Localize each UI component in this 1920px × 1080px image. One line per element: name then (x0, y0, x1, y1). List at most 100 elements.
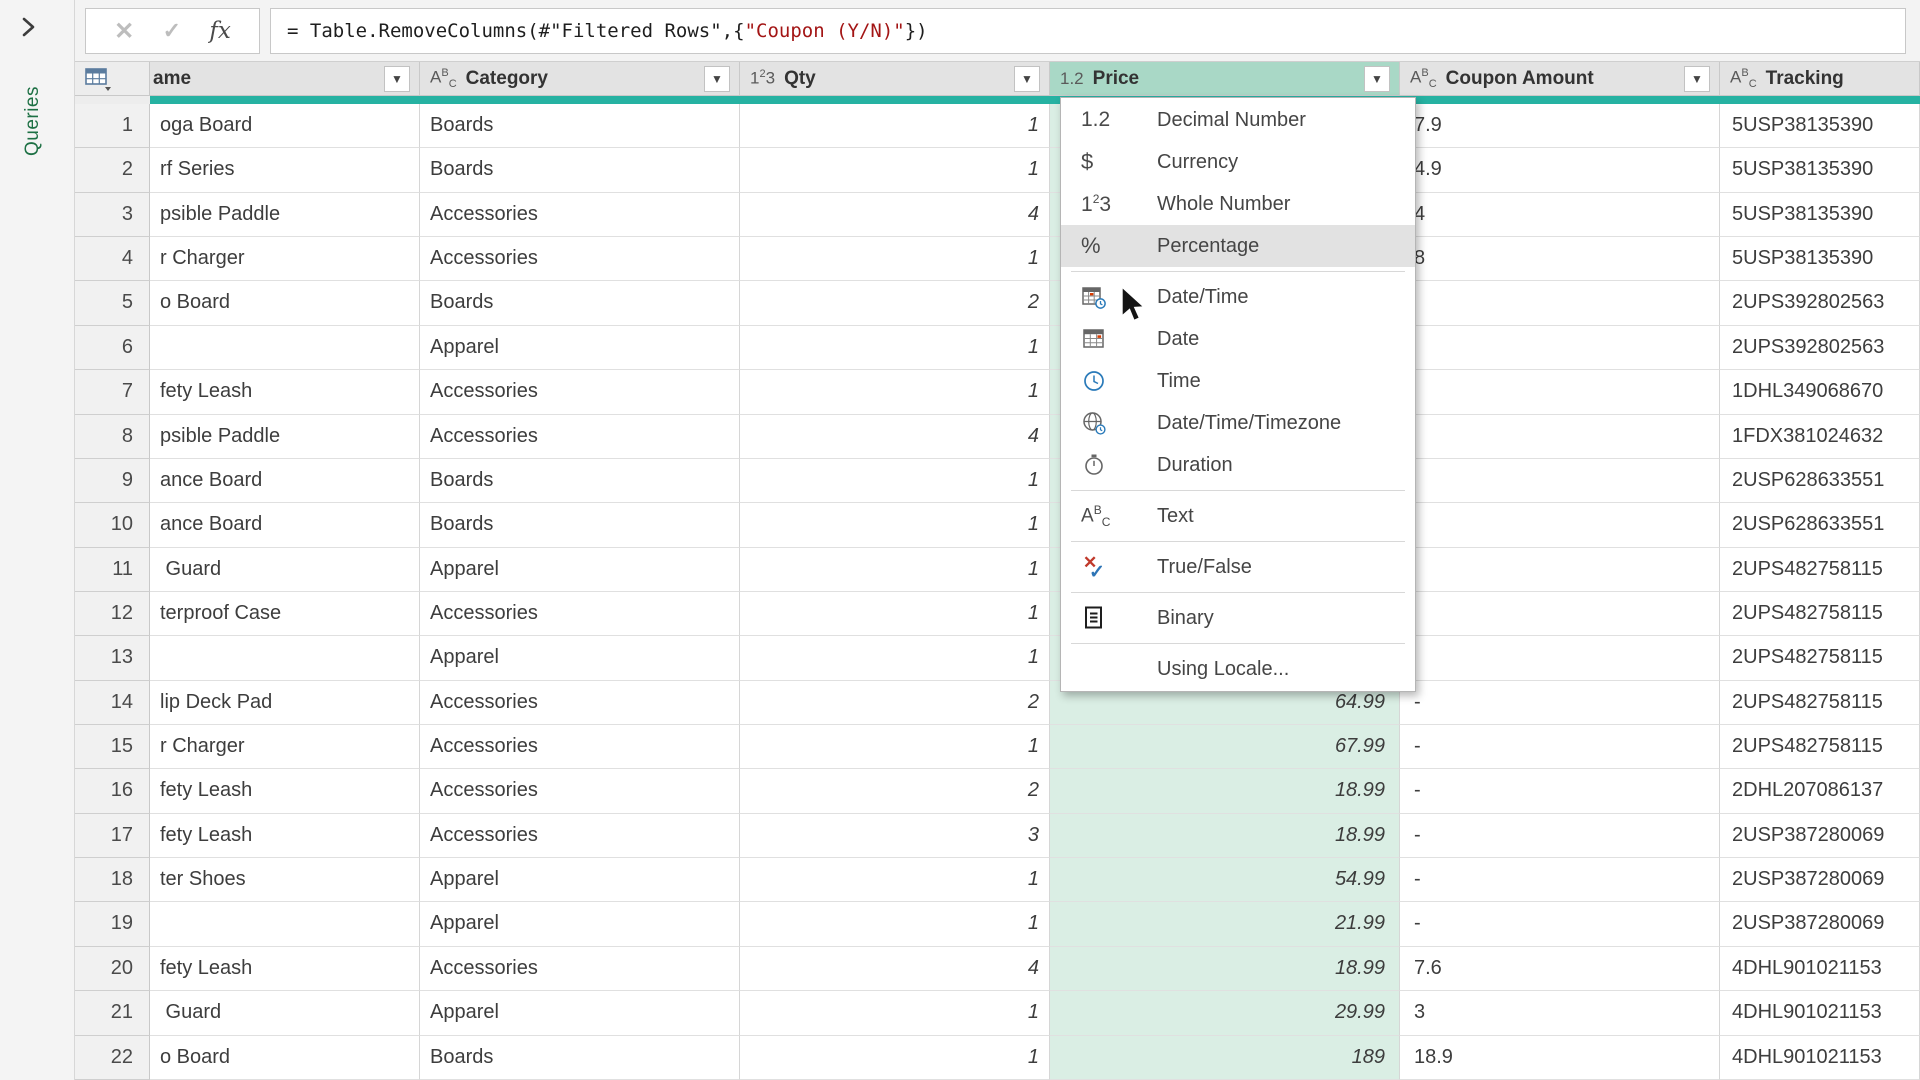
menu-item-duration[interactable]: Duration (1061, 444, 1415, 486)
cell-category[interactable]: Accessories (420, 592, 740, 636)
row-number[interactable]: 21 (75, 991, 150, 1035)
cell-coupon[interactable]: - (1400, 769, 1720, 813)
cell-coupon[interactable]: - (1400, 725, 1720, 769)
cell-coupon[interactable] (1400, 548, 1720, 592)
cell-coupon[interactable]: - (1400, 902, 1720, 946)
cell-category[interactable]: Accessories (420, 725, 740, 769)
cell-tracking[interactable]: 4DHL901021153 (1720, 1036, 1920, 1080)
row-number[interactable]: 16 (75, 769, 150, 813)
cell-coupon[interactable]: - (1400, 681, 1720, 725)
formula-input[interactable]: = Table.RemoveColumns(#"Filtered Rows",{… (270, 8, 1906, 54)
cell-category[interactable]: Accessories (420, 947, 740, 991)
row-number[interactable]: 15 (75, 725, 150, 769)
cell-tracking[interactable]: 2UPS482758115 (1720, 681, 1920, 725)
cell-qty[interactable]: 3 (740, 814, 1050, 858)
select-all-button[interactable] (75, 62, 150, 96)
cell-coupon[interactable] (1400, 415, 1720, 459)
cell-name[interactable]: ance Board (150, 459, 420, 503)
cell-qty[interactable]: 1 (740, 104, 1050, 148)
cell-coupon[interactable] (1400, 281, 1720, 325)
cell-coupon[interactable] (1400, 503, 1720, 547)
cell-name[interactable]: fety Leash (150, 370, 420, 414)
row-number[interactable]: 10 (75, 503, 150, 547)
cell-price[interactable]: 189 (1050, 1036, 1400, 1080)
cell-category[interactable]: Boards (420, 503, 740, 547)
cell-category[interactable]: Apparel (420, 991, 740, 1035)
cell-tracking[interactable]: 4DHL901021153 (1720, 991, 1920, 1035)
cell-name[interactable]: ance Board (150, 503, 420, 547)
cell-price[interactable]: 29.99 (1050, 991, 1400, 1035)
cell-coupon[interactable]: 3 (1400, 991, 1720, 1035)
cell-category[interactable]: Accessories (420, 769, 740, 813)
cell-coupon[interactable]: 7.6 (1400, 947, 1720, 991)
cell-name[interactable]: psible Paddle (150, 415, 420, 459)
cell-category[interactable]: Apparel (420, 636, 740, 680)
cell-tracking[interactable]: 2USP387280069 (1720, 814, 1920, 858)
row-number[interactable]: 8 (75, 415, 150, 459)
cell-qty[interactable]: 1 (740, 592, 1050, 636)
cell-coupon[interactable]: 7.9 (1400, 104, 1720, 148)
cell-category[interactable]: Accessories (420, 193, 740, 237)
cell-category[interactable]: Boards (420, 1036, 740, 1080)
cell-coupon[interactable]: 8 (1400, 237, 1720, 281)
cell-qty[interactable]: 1 (740, 148, 1050, 192)
cell-name[interactable]: fety Leash (150, 814, 420, 858)
menu-item-time[interactable]: Time (1061, 360, 1415, 402)
cell-tracking[interactable]: 2UPS392802563 (1720, 281, 1920, 325)
cell-name[interactable]: fety Leash (150, 769, 420, 813)
row-number[interactable]: 14 (75, 681, 150, 725)
cell-category[interactable]: Boards (420, 104, 740, 148)
cell-price[interactable]: 18.99 (1050, 814, 1400, 858)
coupon-filter-button[interactable]: ▼ (1684, 66, 1710, 92)
cell-tracking[interactable]: 2UPS482758115 (1720, 592, 1920, 636)
menu-item-percentage[interactable]: % Percentage (1061, 225, 1415, 267)
column-header-tracking[interactable]: ABC Tracking (1720, 62, 1920, 96)
cell-coupon[interactable] (1400, 636, 1720, 680)
commit-formula-icon[interactable]: ✓ (163, 18, 181, 44)
price-filter-button[interactable]: ▼ (1364, 66, 1390, 92)
row-number[interactable]: 2 (75, 148, 150, 192)
menu-item-date-time-timezone[interactable]: Date/Time/Timezone (1061, 402, 1415, 444)
cell-tracking[interactable]: 2USP628633551 (1720, 503, 1920, 547)
cell-tracking[interactable]: 5USP38135390 (1720, 104, 1920, 148)
menu-item-binary[interactable]: Binary (1061, 597, 1415, 639)
cell-qty[interactable]: 1 (740, 858, 1050, 902)
menu-item-date[interactable]: Date (1061, 318, 1415, 360)
category-filter-button[interactable]: ▼ (704, 66, 730, 92)
cell-qty[interactable]: 1 (740, 725, 1050, 769)
cell-qty[interactable]: 2 (740, 681, 1050, 725)
cell-name[interactable]: fety Leash (150, 947, 420, 991)
cell-qty[interactable]: 2 (740, 769, 1050, 813)
cell-coupon[interactable] (1400, 326, 1720, 370)
cell-qty[interactable]: 1 (740, 503, 1050, 547)
row-number[interactable]: 9 (75, 459, 150, 503)
cell-qty[interactable]: 1 (740, 991, 1050, 1035)
cell-qty[interactable]: 1 (740, 326, 1050, 370)
cell-name[interactable]: terproof Case (150, 592, 420, 636)
cell-price[interactable]: 18.99 (1050, 769, 1400, 813)
cell-name[interactable]: o Board (150, 281, 420, 325)
column-header-category[interactable]: ABC Category ▼ (420, 62, 740, 96)
cell-qty[interactable]: 1 (740, 237, 1050, 281)
cell-tracking[interactable]: 5USP38135390 (1720, 237, 1920, 281)
cell-category[interactable]: Accessories (420, 415, 740, 459)
cell-name[interactable] (150, 636, 420, 680)
cancel-formula-icon[interactable]: ✕ (114, 17, 134, 46)
cell-category[interactable]: Accessories (420, 814, 740, 858)
cell-name[interactable]: Guard (150, 548, 420, 592)
cell-name[interactable]: o Board (150, 1036, 420, 1080)
cell-category[interactable]: Accessories (420, 370, 740, 414)
cell-coupon[interactable]: - (1400, 858, 1720, 902)
cell-name[interactable]: r Charger (150, 237, 420, 281)
cell-tracking[interactable]: 1FDX381024632 (1720, 415, 1920, 459)
cell-qty[interactable]: 4 (740, 193, 1050, 237)
menu-item-decimal-number[interactable]: 1.2 Decimal Number (1061, 99, 1415, 141)
cell-category[interactable]: Boards (420, 281, 740, 325)
cell-category[interactable]: Apparel (420, 326, 740, 370)
row-number[interactable]: 13 (75, 636, 150, 680)
cell-coupon[interactable]: 4 (1400, 193, 1720, 237)
cell-name[interactable]: oga Board (150, 104, 420, 148)
row-number[interactable]: 19 (75, 902, 150, 946)
cell-tracking[interactable]: 1DHL349068670 (1720, 370, 1920, 414)
cell-qty[interactable]: 1 (740, 370, 1050, 414)
